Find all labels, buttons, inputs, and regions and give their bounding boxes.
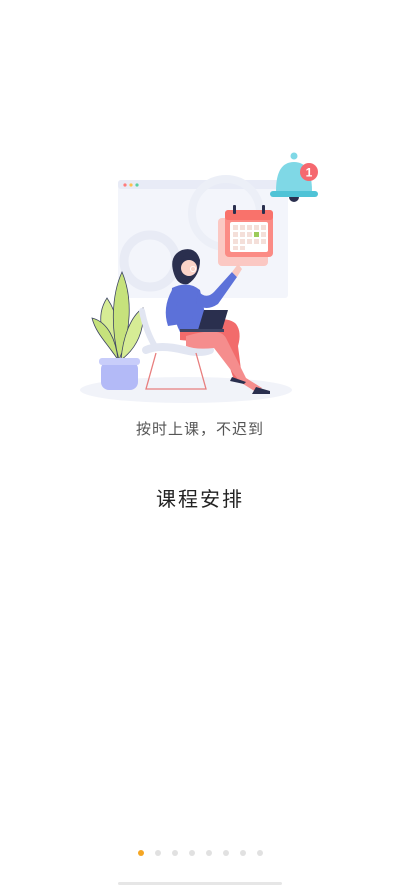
page-dot-4[interactable] xyxy=(188,850,195,856)
feature-subtitle: 按时上课，不迟到 xyxy=(135,420,264,438)
calendar-icon xyxy=(218,205,273,266)
page-dot-5[interactable] xyxy=(205,850,212,856)
notification-count: 1 xyxy=(306,166,313,180)
notification-badge: 1 xyxy=(300,163,318,181)
page-dot-1[interactable] xyxy=(137,850,144,856)
page-indicator[interactable] xyxy=(0,850,400,858)
home-indicator[interactable] xyxy=(118,882,282,885)
page-dot-2[interactable] xyxy=(154,850,161,856)
course-schedule-illustration: 1 xyxy=(80,152,318,403)
feature-title: 课程安排 xyxy=(156,487,244,511)
page-dot-3[interactable] xyxy=(171,850,178,856)
page-dot-6[interactable] xyxy=(222,850,229,856)
page-dot-7[interactable] xyxy=(239,850,246,856)
page-dot-8[interactable] xyxy=(256,850,263,856)
